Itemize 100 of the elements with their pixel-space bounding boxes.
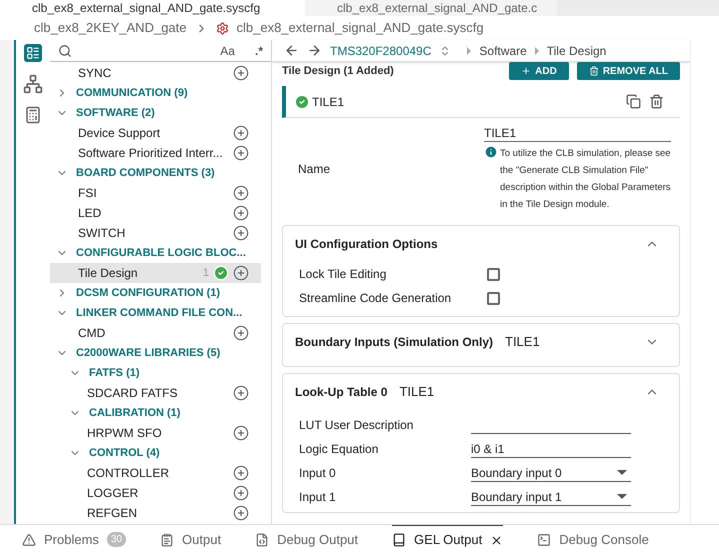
tree-item-label: Tile Design [78, 265, 139, 282]
forward-arrow-icon[interactable] [307, 43, 322, 58]
tree-group-label[interactable]: BOARD COMPONENTS (3) [76, 164, 215, 182]
triangle-icon [467, 46, 472, 54]
option-label: Lock Tile Editing [299, 266, 388, 283]
tree-item[interactable]: SYNC [50, 63, 261, 83]
option-label: LUT User Description [299, 417, 414, 434]
close-icon[interactable] [490, 534, 504, 546]
remove-all-button[interactable]: REMOVE ALL [576, 62, 680, 80]
panel-tab[interactable]: GEL Output [392, 525, 504, 554]
add-circle-icon[interactable] [233, 505, 249, 521]
triangle-icon [534, 46, 539, 54]
list-view-icon[interactable] [24, 44, 42, 62]
tree-item[interactable]: REFGEN [50, 503, 261, 523]
tree-item-label: SWITCH [78, 225, 126, 242]
editor-tab[interactable]: clb_ex8_external_signal_AND_gate.c [305, 0, 558, 16]
panel-tab[interactable]: Output [160, 525, 222, 554]
tree-group-label[interactable]: CONFIGURABLE LOGIC BLOC... [76, 244, 246, 262]
nav-path-item[interactable]: Tile Design [546, 42, 606, 60]
tree-group-label[interactable]: C2000WARE LIBRARIES (5) [76, 344, 220, 362]
dropdown-field[interactable]: Boundary input 0 [470, 464, 631, 482]
tree-item[interactable]: Tile Design 1 [50, 263, 261, 283]
panel-tab[interactable]: Problems 30 [22, 525, 126, 554]
nav-path-item[interactable]: Software [479, 42, 527, 60]
plus-icon [521, 66, 532, 76]
search-icon[interactable] [58, 44, 72, 58]
dropdown-field[interactable]: Boundary input 1 [470, 488, 631, 506]
section-tag: TILE1 [399, 382, 434, 402]
tree-item-label: CONTROLLER [87, 465, 170, 482]
tree-item-label: CMD [78, 325, 106, 342]
add-circle-icon[interactable] [233, 145, 249, 161]
add-circle-icon[interactable] [233, 185, 249, 201]
add-button[interactable]: ADD [509, 62, 569, 80]
tree-item[interactable]: Software Prioritized Interr... [50, 143, 261, 163]
breadcrumb-item[interactable]: clb_ex8_2KEY_AND_gate [34, 18, 186, 38]
add-circle-icon[interactable] [233, 125, 249, 141]
panel-tab[interactable]: Debug Console [537, 525, 649, 554]
count-badge: 30 [106, 532, 126, 547]
trash-icon[interactable] [649, 94, 664, 109]
instance-count: 1 [202, 266, 209, 281]
add-circle-icon[interactable] [233, 385, 249, 401]
option-label: Streamline Code Generation [299, 290, 452, 307]
tree-group-label[interactable]: DCSM CONFIGURATION (1) [76, 284, 220, 302]
add-circle-icon[interactable] [233, 265, 249, 281]
text-field[interactable]: i0 & i1 [470, 440, 631, 458]
option-label: Logic Equation [299, 441, 380, 458]
tree-group-label[interactable]: CONTROL (4) [89, 444, 160, 462]
regex-toggle[interactable]: .* [254, 42, 263, 60]
tree-item-label: Software Prioritized Interr... [78, 145, 224, 162]
tree-item[interactable]: Device Support [50, 123, 261, 143]
add-circle-icon[interactable] [233, 65, 249, 81]
match-case-toggle[interactable]: Aa [220, 42, 235, 60]
add-circle-icon[interactable] [233, 425, 249, 441]
instance-header[interactable]: TILE1 [282, 86, 680, 118]
add-circle-icon[interactable] [233, 325, 249, 341]
tree-item[interactable]: CONTROLLER [50, 463, 261, 483]
tree-item-label: HRPWM SFO [87, 425, 163, 442]
book-icon [392, 533, 406, 547]
add-circle-icon[interactable] [233, 465, 249, 481]
tree-item[interactable]: HRPWM SFO [50, 423, 261, 443]
info-icon [484, 145, 498, 159]
section-title[interactable]: UI Configuration Options [295, 235, 438, 253]
check-circle-icon [213, 265, 229, 281]
device-selector[interactable]: TMS320F280049C [330, 42, 432, 60]
panel-tab[interactable]: Debug Output [255, 525, 358, 554]
tree-item[interactable]: SWITCH [50, 223, 261, 243]
tree-item[interactable]: LOGGER [50, 483, 261, 503]
tree-item-label: Device Support [78, 125, 162, 142]
name-field[interactable]: TILE1 [484, 124, 671, 142]
add-circle-icon[interactable] [233, 205, 249, 221]
tree-item[interactable]: LED [50, 203, 261, 223]
checkbox[interactable] [487, 268, 500, 280]
tree-item[interactable]: SDCARD FATFS [50, 383, 261, 403]
add-circle-icon[interactable] [233, 485, 249, 501]
tree-group-label[interactable]: SOFTWARE (2) [76, 104, 155, 122]
editor-tab[interactable]: clb_ex8_external_signal_AND_gate.syscfg [0, 0, 305, 16]
section-title[interactable]: Boundary Inputs (Simulation Only) [295, 333, 493, 351]
copy-icon[interactable] [626, 94, 641, 109]
gear-icon [216, 22, 228, 34]
caret-icon [617, 494, 627, 499]
calculator-icon[interactable] [24, 106, 42, 124]
tree-group-label[interactable]: COMMUNICATION (9) [76, 84, 188, 102]
network-icon[interactable] [23, 74, 43, 94]
tree-group-label[interactable]: CALIBRATION (1) [89, 404, 180, 422]
check-circle-icon [294, 94, 310, 110]
tree-item[interactable]: CMD [50, 323, 261, 343]
field-label: Name [298, 160, 332, 178]
checkbox[interactable] [487, 292, 500, 304]
notepad-icon [160, 532, 174, 546]
breadcrumb-item[interactable]: clb_ex8_external_signal_AND_gate.syscfg [236, 18, 484, 38]
add-circle-icon[interactable] [233, 225, 249, 241]
section-tag: TILE1 [505, 332, 540, 352]
info-text: To utilize the CLB simulation, please see the "Generate CLB Simulation File" description within the Global Parameters in the Tile Design module. [500, 147, 671, 212]
option-label: Input 0 [299, 465, 337, 482]
tree-item[interactable]: FSI [50, 183, 261, 203]
section-title[interactable]: Look-Up Table 0 [295, 383, 388, 401]
caret-icon [617, 470, 627, 475]
tree-group-label[interactable]: LINKER COMMAND FILE CON... [76, 304, 242, 322]
tree-group-label[interactable]: FATFS (1) [89, 364, 140, 382]
module-title: Tile Design (1 Added) [282, 64, 394, 79]
